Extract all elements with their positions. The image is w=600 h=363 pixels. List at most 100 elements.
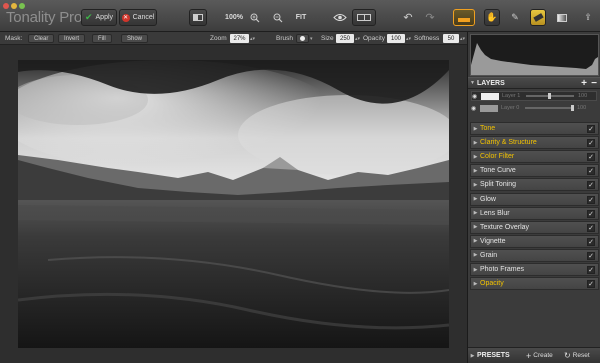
brush-dropdown-icon[interactable]: ▾	[310, 32, 313, 45]
filter-label: Vignette	[480, 237, 506, 245]
hand-icon: ✋	[486, 12, 498, 22]
zoom-out-icon[interactable]	[271, 9, 285, 26]
filter-enable-checkbox[interactable]: ✓	[587, 181, 595, 190]
size-stepper-icon[interactable]: ▴▾	[355, 32, 360, 45]
collapse-arrow-icon[interactable]: ▶	[468, 353, 477, 359]
presets-title: PRESETS	[477, 352, 510, 359]
clear-mask-button[interactable]: Clear	[28, 34, 55, 43]
expand-arrow-icon[interactable]: ▶	[471, 154, 480, 160]
filter-row[interactable]: ▶ Photo Frames ✓	[470, 263, 599, 276]
softness-stepper-icon[interactable]: ▴▾	[460, 32, 465, 45]
invert-mask-button[interactable]: Invert	[58, 34, 86, 43]
histogram-toggle-button[interactable]	[453, 9, 475, 26]
filter-enable-checkbox[interactable]: ✓	[587, 167, 595, 176]
layer-row-0[interactable]: ◉ Layer 0 100	[471, 103, 597, 113]
expand-arrow-icon[interactable]: ▶	[471, 126, 480, 132]
filter-enable-checkbox[interactable]: ✓	[587, 209, 595, 218]
filter-enable-checkbox[interactable]: ✓	[587, 195, 595, 204]
side-by-side-icon	[357, 14, 371, 21]
filter-row[interactable]: ▶ Lens Blur ✓	[470, 206, 599, 220]
layer-opacity-slider[interactable]	[525, 105, 574, 111]
layers-header[interactable]: ▼ LAYERS + −	[468, 77, 600, 89]
filter-row[interactable]: ▶ Glow ✓	[470, 192, 599, 206]
show-mask-button[interactable]: Show	[121, 34, 149, 43]
expand-arrow-icon[interactable]: ▶	[471, 267, 480, 273]
filter-enable-checkbox[interactable]: ✓	[587, 251, 595, 260]
filter-enable-checkbox[interactable]: ✓	[587, 223, 595, 232]
opacity-label: Opacity	[363, 35, 386, 42]
size-field[interactable]: 250	[336, 34, 354, 43]
filter-enable-checkbox[interactable]: ✓	[587, 266, 595, 274]
filter-row[interactable]: ▶ Vignette ✓	[470, 234, 599, 248]
filter-enable-checkbox[interactable]: ✓	[587, 237, 595, 246]
eye-icon[interactable]	[332, 9, 348, 26]
zoom-in-icon[interactable]	[248, 9, 262, 26]
expand-arrow-icon[interactable]: ▶	[471, 196, 480, 202]
filter-enable-checkbox[interactable]: ✓	[587, 280, 595, 289]
filter-row[interactable]: ▶ Tone Curve ✓	[470, 164, 599, 178]
opacity-stepper-icon[interactable]: ▴▾	[406, 32, 411, 45]
histogram	[470, 34, 599, 76]
fit-button[interactable]: FIT	[292, 9, 310, 26]
reset-preset-button[interactable]: ↻ Reset	[564, 351, 590, 360]
expand-arrow-icon[interactable]: ▶	[471, 168, 480, 174]
filter-label: Photo Frames	[480, 266, 524, 273]
filter-enable-checkbox[interactable]: ✓	[587, 139, 595, 148]
mask-options-bar: Mask: Clear Invert Fill Show Zoom 27% ▴▾…	[0, 32, 467, 45]
zoom-level-button[interactable]: 100%	[223, 9, 245, 26]
filter-enable-checkbox[interactable]: ✓	[587, 153, 595, 162]
brush-icon[interactable]: ✎	[508, 9, 522, 26]
fill-mask-button[interactable]: Fill	[92, 34, 112, 43]
split-view-icon	[193, 14, 203, 21]
filter-row[interactable]: ▶ Clarity & Structure ✓	[470, 136, 599, 150]
filter-row[interactable]: ▶ Grain ✓	[470, 248, 599, 262]
filter-enable-checkbox[interactable]: ✓	[587, 125, 595, 133]
create-label: Create	[533, 352, 553, 359]
undo-icon[interactable]: ↶	[401, 9, 415, 26]
zoom-field[interactable]: 27%	[230, 34, 249, 43]
expand-arrow-icon[interactable]: ▶	[471, 252, 480, 258]
filter-label: Color Filter	[480, 153, 515, 161]
filter-row[interactable]: ▶ Texture Overlay ✓	[470, 220, 599, 234]
apply-button[interactable]: ✔ Apply	[81, 9, 117, 26]
brush-picker[interactable]	[296, 34, 309, 43]
hand-tool-button[interactable]: ✋	[484, 9, 500, 26]
create-preset-button[interactable]: + Create	[526, 351, 553, 361]
filter-row[interactable]: ▶ Tone ✓	[470, 122, 599, 135]
add-layer-icon[interactable]: +	[581, 78, 587, 89]
image-canvas[interactable]	[0, 45, 467, 363]
brush-label: Brush	[276, 35, 293, 42]
remove-layer-icon[interactable]: −	[591, 78, 597, 89]
filter-row[interactable]: ▶ Split Toning ✓	[470, 178, 599, 192]
expand-arrow-icon[interactable]: ▶	[471, 210, 480, 216]
layer-visibility-eye-icon[interactable]: ◉	[471, 105, 480, 112]
softness-field[interactable]: 50	[443, 34, 459, 43]
layer-opacity-slider[interactable]	[526, 93, 574, 99]
expand-arrow-icon[interactable]: ▶	[471, 224, 480, 230]
photo-preview[interactable]	[18, 60, 449, 348]
landscape-photo	[18, 60, 449, 348]
filter-row[interactable]: ▶ Color Filter ✓	[470, 150, 599, 164]
expand-arrow-icon[interactable]: ▶	[471, 238, 480, 244]
filter-label: Split Toning	[480, 181, 517, 189]
reset-icon: ↻	[564, 351, 571, 360]
zoom-stepper-icon[interactable]: ▴▾	[250, 32, 255, 45]
layer-row-1[interactable]: ◉ Layer 1 100	[471, 91, 597, 101]
layer-visibility-eye-icon[interactable]: ◉	[472, 93, 481, 100]
cancel-button[interactable]: ✕ Cancel	[119, 9, 157, 26]
filter-row[interactable]: ▶ Opacity ✓	[470, 277, 599, 291]
layers-title: LAYERS	[477, 79, 505, 87]
expand-arrow-icon[interactable]: ▶	[471, 182, 480, 188]
expand-arrow-icon[interactable]: ▶	[471, 140, 480, 146]
softness-label: Softness	[414, 35, 440, 42]
compare-view-button[interactable]	[189, 9, 207, 26]
side-by-side-button[interactable]	[352, 9, 376, 26]
upload-icon[interactable]: ⇪	[583, 9, 593, 26]
mask-label: Mask:	[5, 35, 23, 42]
redo-icon[interactable]: ↷	[423, 9, 437, 26]
expand-arrow-icon[interactable]: ▶	[471, 281, 480, 287]
gradient-icon[interactable]	[555, 9, 569, 26]
eraser-tool-button[interactable]	[530, 9, 546, 26]
filter-label: Clarity & Structure	[480, 139, 537, 147]
opacity-field[interactable]: 100	[387, 34, 405, 43]
